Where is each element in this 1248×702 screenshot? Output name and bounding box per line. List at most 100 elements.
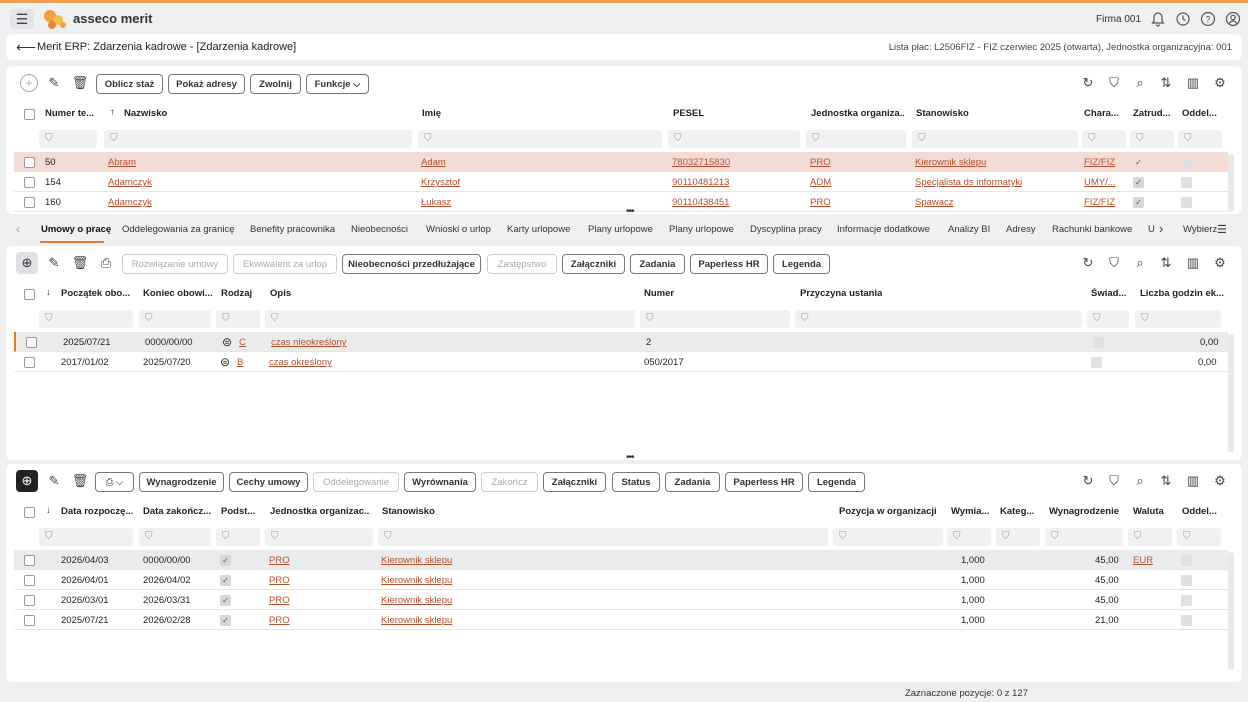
filter-field[interactable]: ⛉ bbox=[833, 528, 943, 546]
row-checkbox[interactable] bbox=[24, 197, 35, 208]
bell-icon[interactable] bbox=[1150, 11, 1166, 27]
filter-field[interactable]: ⛉ bbox=[1082, 130, 1126, 148]
filter-field[interactable]: ⛉ bbox=[216, 310, 260, 328]
attachments-button[interactable]: Załączniki bbox=[543, 472, 606, 492]
col-position[interactable]: Stanowisko bbox=[382, 506, 435, 517]
filter-field[interactable]: ⛉ bbox=[39, 528, 133, 546]
edit-icon[interactable]: ✎ bbox=[45, 254, 63, 272]
filter-field[interactable]: ⛉ bbox=[39, 310, 133, 328]
col-dimension[interactable]: Wymia... bbox=[951, 506, 991, 517]
tab-addresses[interactable]: Adresy bbox=[1006, 224, 1036, 235]
delete-icon[interactable]: 🗑 bbox=[71, 254, 89, 272]
cell-type[interactable]: C bbox=[239, 337, 246, 348]
cell-position[interactable]: Kierownik sklepu bbox=[381, 555, 452, 566]
tab-leave-requests[interactable]: Wnioski o urlop bbox=[426, 224, 491, 235]
cell-position[interactable]: Spawacz bbox=[915, 197, 954, 208]
table-row[interactable]: 2026/03/01 2026/03/31 ✓ PRO Kierownik sk… bbox=[14, 590, 1228, 610]
cell-pesel[interactable]: 90110481213 bbox=[672, 177, 729, 188]
tasks-button[interactable]: Zadania bbox=[665, 472, 720, 492]
filter-field[interactable]: ⛉ bbox=[1135, 310, 1221, 328]
tab-delegations[interactable]: Oddelegowania za granicę bbox=[122, 224, 235, 235]
menu-icon[interactable]: ☰ bbox=[10, 9, 34, 29]
filter-field[interactable]: ⛉ bbox=[1177, 528, 1221, 546]
history-icon[interactable] bbox=[1175, 11, 1191, 27]
tab-truncated[interactable]: U bbox=[1148, 224, 1155, 235]
col-hours[interactable]: Liczba godzin ek... bbox=[1140, 288, 1230, 299]
add-icon[interactable]: + bbox=[20, 74, 38, 92]
cell-position[interactable]: Kierownik sklepu bbox=[381, 615, 452, 626]
tabs-left-icon[interactable]: ‹ bbox=[16, 222, 20, 236]
cell-position[interactable]: Kierownik sklepu bbox=[915, 157, 986, 168]
tab-additional-info[interactable]: Informacje dodatkowe bbox=[837, 224, 930, 235]
filter-field[interactable]: ⛉ bbox=[640, 310, 790, 328]
filter-field[interactable]: ⛉ bbox=[265, 310, 635, 328]
cell-name[interactable]: Krzysztof bbox=[421, 177, 460, 188]
filter-field[interactable]: ⛉ bbox=[1178, 130, 1222, 148]
scrollbar[interactable] bbox=[1228, 334, 1234, 452]
cell-pesel[interactable]: 90110438451 bbox=[672, 197, 729, 208]
legend-button[interactable]: Legenda bbox=[808, 472, 865, 492]
filter-field[interactable]: ⛉ bbox=[139, 528, 211, 546]
row-checkbox[interactable] bbox=[24, 555, 35, 566]
filter-field[interactable]: ⛉ bbox=[418, 130, 662, 148]
cell-char[interactable]: FIZ/FIZ bbox=[1084, 197, 1115, 208]
row-checkbox[interactable] bbox=[24, 615, 35, 626]
table-row[interactable]: 50 Abram Adam 78032715830 PRO Kierownik … bbox=[14, 152, 1228, 172]
cell-unit[interactable]: PRO bbox=[269, 555, 290, 566]
filter-field[interactable]: ⛉ bbox=[795, 310, 1082, 328]
filter-field[interactable]: ⛉ bbox=[216, 528, 260, 546]
col-salary[interactable]: Wynagrodzenie bbox=[1049, 506, 1119, 517]
status-button[interactable]: Status bbox=[612, 472, 660, 492]
cell-unit[interactable]: PRO bbox=[810, 157, 831, 168]
col-number[interactable]: Numer te... bbox=[45, 108, 97, 119]
col-start[interactable]: Data rozpoczę... bbox=[61, 506, 133, 517]
tab-bank-accounts[interactable]: Rachunki bankowe bbox=[1052, 224, 1132, 235]
cell-surname[interactable]: Adamczyk bbox=[108, 197, 152, 208]
row-checkbox[interactable] bbox=[24, 357, 35, 368]
table-row[interactable]: 160 Adamczyk Łukasz 90110438451 PRO Spaw… bbox=[14, 192, 1228, 212]
filter-icon[interactable]: ⛉ bbox=[1105, 254, 1123, 272]
cell-type[interactable]: B bbox=[237, 357, 243, 368]
resize-handle[interactable]: ••• bbox=[626, 452, 634, 460]
col-unit[interactable]: Jednostka organiza... bbox=[811, 108, 904, 119]
chart-icon[interactable]: ▥ bbox=[1184, 254, 1202, 272]
col-basic[interactable]: Podst... bbox=[221, 506, 257, 517]
settings-icon[interactable]: ⚙ bbox=[1211, 254, 1229, 272]
col-position[interactable]: Stanowisko bbox=[916, 108, 969, 119]
filter-field[interactable]: ⛉ bbox=[1130, 130, 1174, 148]
cell-char[interactable]: UMY/... bbox=[1084, 177, 1116, 188]
refresh-icon[interactable]: ↻ bbox=[1079, 472, 1097, 490]
dismiss-button[interactable]: Zwolnij bbox=[250, 74, 301, 94]
cell-position[interactable]: Kierownik sklepu bbox=[381, 575, 452, 586]
paperless-button[interactable]: Paperless HR bbox=[690, 254, 768, 274]
extending-absences-button[interactable]: Nieobecności przedłużające bbox=[342, 254, 481, 274]
delegation-button[interactable]: Oddelegowanie bbox=[313, 472, 399, 492]
filter-field[interactable]: ⛉ bbox=[1045, 528, 1123, 546]
search-icon[interactable]: ⌕ bbox=[1131, 472, 1149, 490]
finish-button[interactable]: Zakończ bbox=[481, 472, 538, 492]
add-icon[interactable]: ⊕ bbox=[16, 470, 38, 492]
filter-field[interactable]: ⛉ bbox=[1087, 310, 1129, 328]
cell-position[interactable]: Specjalista ds informatyki bbox=[915, 177, 1022, 188]
table-row[interactable]: 154 Adamczyk Krzysztof 90110481213 ADM S… bbox=[14, 172, 1228, 192]
refresh-icon[interactable]: ↻ bbox=[1079, 74, 1097, 92]
settings-icon[interactable]: ⚙ bbox=[1211, 74, 1229, 92]
cell-pesel[interactable]: 78032715830 bbox=[672, 157, 730, 168]
sort-icon[interactable]: ⇅ bbox=[1157, 472, 1175, 490]
filter-field[interactable]: ⛉ bbox=[912, 130, 1078, 148]
back-arrow-icon[interactable]: ⟵ bbox=[16, 39, 36, 56]
filter-field[interactable]: ⛉ bbox=[265, 528, 373, 546]
cell-desc[interactable]: czas określony bbox=[269, 357, 332, 368]
row-checkbox[interactable] bbox=[24, 177, 35, 188]
cell-surname[interactable]: Abram bbox=[108, 157, 136, 168]
filter-field[interactable]: ⛉ bbox=[947, 528, 991, 546]
leave-equivalent-button[interactable]: Ekwiwalent za urlop bbox=[233, 254, 337, 274]
col-type[interactable]: Rodzaj bbox=[221, 288, 252, 299]
col-end[interactable]: Koniec obowi... bbox=[143, 288, 213, 299]
filter-field[interactable]: ⛉ bbox=[668, 130, 800, 148]
edit-icon[interactable]: ✎ bbox=[45, 472, 63, 490]
col-currency[interactable]: Waluta bbox=[1133, 506, 1164, 517]
table-row[interactable]: 2025/07/21 2026/02/28 ✓ PRO Kierownik sk… bbox=[14, 610, 1228, 630]
substitution-button[interactable]: Zastępstwo bbox=[487, 254, 557, 274]
chart-icon[interactable]: ▥ bbox=[1184, 472, 1202, 490]
